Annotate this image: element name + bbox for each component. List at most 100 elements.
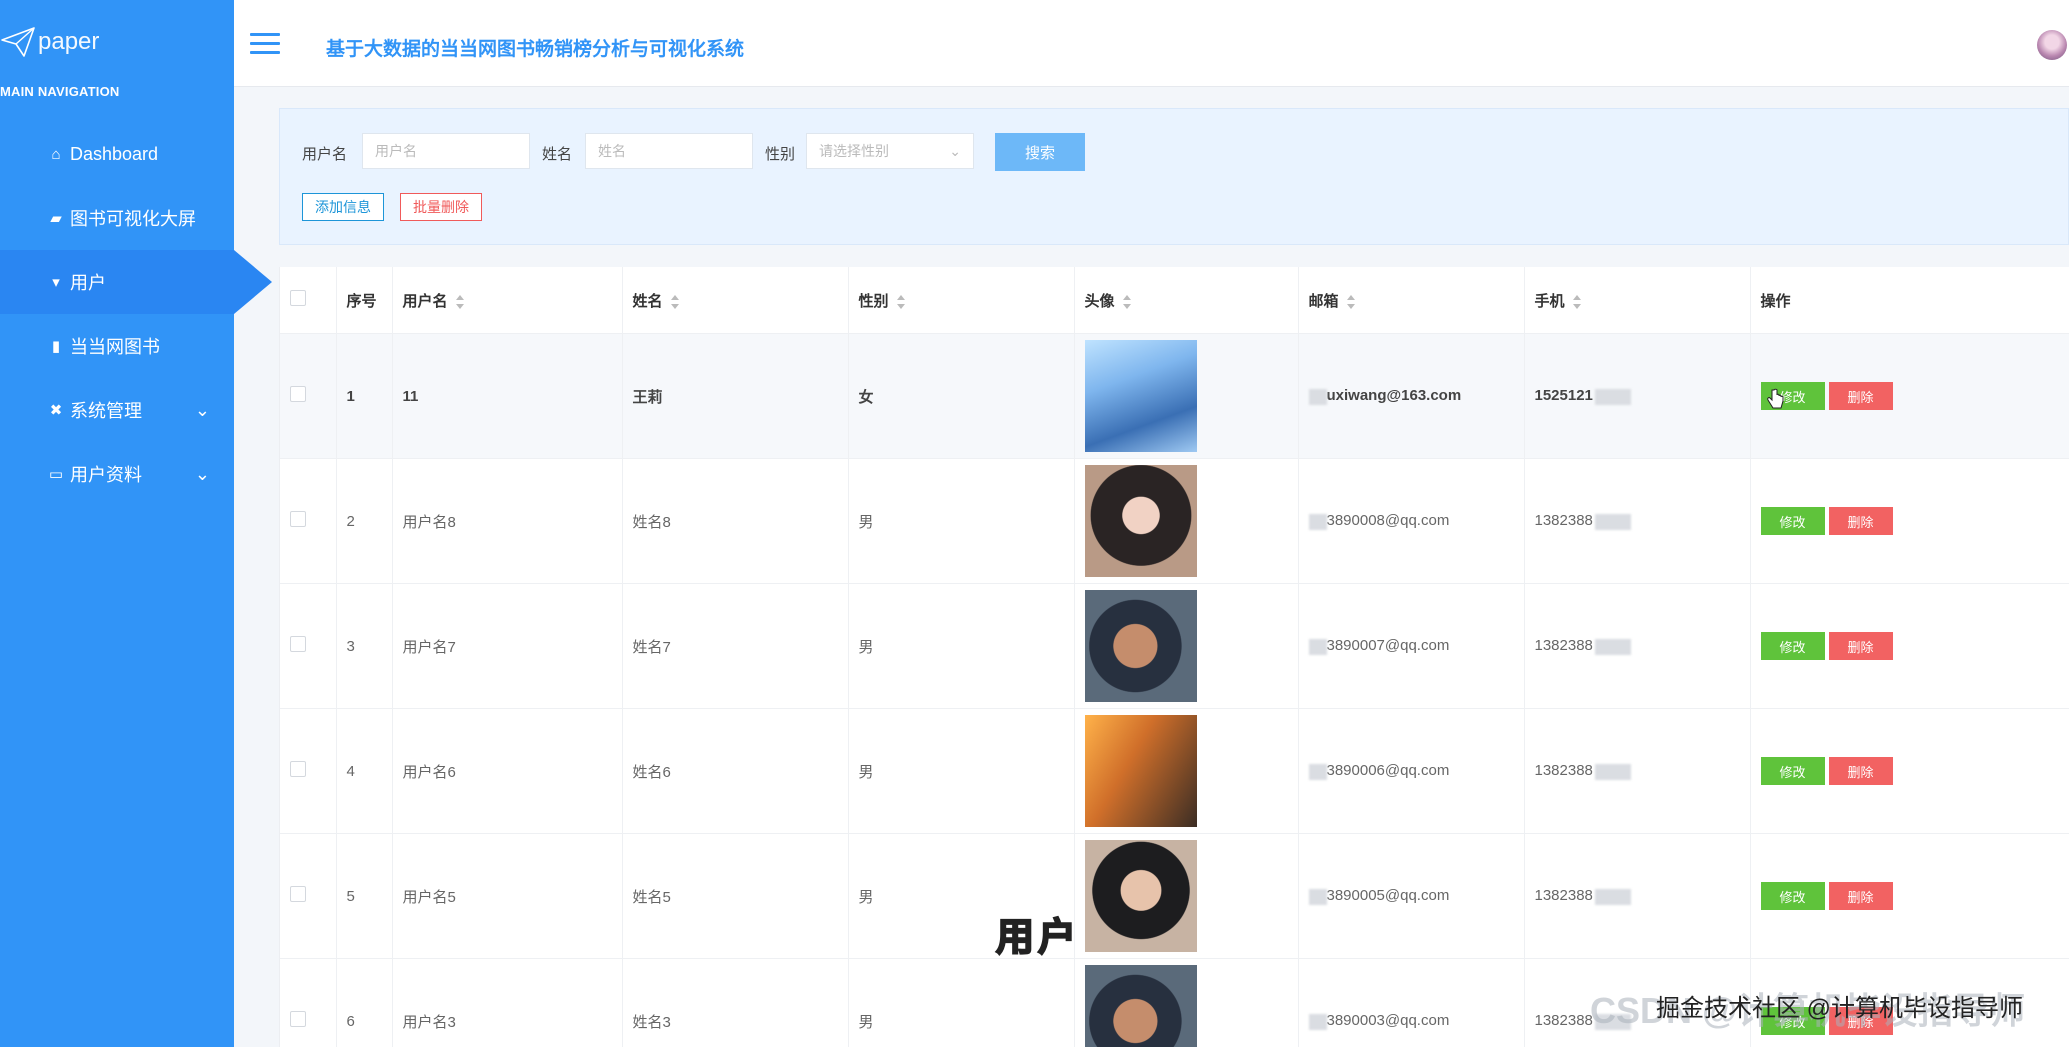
top-header: 基于大数据的当当网图书畅销榜分析与可视化系统 bbox=[234, 0, 2069, 87]
page-title: 基于大数据的当当网图书畅销榜分析与可视化系统 bbox=[326, 39, 745, 60]
gender-select[interactable]: 请选择性别 ⌄ bbox=[806, 133, 974, 169]
brand-logo[interactable]: paper bbox=[0, 24, 99, 60]
column-header-label: 用户名 bbox=[402, 292, 448, 310]
sort-icon[interactable] bbox=[1572, 294, 1581, 309]
column-header-actions: 操作 bbox=[1750, 267, 2069, 334]
username-search-input[interactable] bbox=[362, 133, 530, 169]
sort-icon[interactable] bbox=[1122, 294, 1131, 309]
row-checkbox[interactable] bbox=[290, 886, 306, 902]
select-cell bbox=[280, 458, 337, 584]
redaction-blur bbox=[1308, 1013, 1327, 1030]
sidebar-item-users[interactable]: ▾ 用户 bbox=[0, 250, 272, 314]
column-header-avatar[interactable]: 头像 bbox=[1074, 267, 1299, 334]
sort-icon[interactable] bbox=[670, 294, 679, 309]
username-cell: 11 bbox=[392, 333, 623, 459]
column-header-phone[interactable]: 手机 bbox=[1524, 267, 1751, 334]
delete-button[interactable]: 删除 bbox=[1828, 757, 1893, 785]
avatar-cell bbox=[1074, 458, 1299, 584]
avatar-cell bbox=[1074, 333, 1299, 459]
phone-value: 1382388 bbox=[1534, 512, 1593, 530]
row-checkbox[interactable] bbox=[290, 636, 306, 652]
actions-cell: 修改 删除 bbox=[1750, 583, 2069, 709]
name-cell: 姓名6 bbox=[622, 708, 849, 834]
avatar[interactable] bbox=[2037, 30, 2067, 60]
column-header-label: 邮箱 bbox=[1308, 292, 1339, 310]
phone-cell: 1382388 bbox=[1524, 583, 1751, 709]
email-cell: uxiwang@163.com bbox=[1298, 333, 1525, 459]
column-header-username[interactable]: 用户名 bbox=[392, 267, 623, 334]
avatar-image[interactable] bbox=[1084, 590, 1197, 702]
sort-icon[interactable] bbox=[1346, 294, 1355, 309]
column-header-name[interactable]: 姓名 bbox=[622, 267, 849, 334]
delete-button[interactable]: 删除 bbox=[1828, 882, 1893, 910]
menu-toggle-icon[interactable] bbox=[250, 33, 280, 55]
actions-cell: 修改 删除 bbox=[1750, 833, 2069, 959]
index-cell: 3 bbox=[336, 583, 393, 709]
row-checkbox[interactable] bbox=[290, 511, 306, 527]
sidebar-item-user-profile[interactable]: ▭ 用户资料 ⌄ bbox=[0, 442, 234, 506]
redaction-blur bbox=[1308, 763, 1327, 780]
email-cell: 3890007@qq.com bbox=[1298, 583, 1525, 709]
hand-cursor-icon bbox=[1767, 388, 1784, 409]
phone-value: 1382388 bbox=[1534, 637, 1593, 655]
actions-cell: 修改 删除 bbox=[1750, 708, 2069, 834]
chevron-down-icon: ⌄ bbox=[949, 142, 961, 159]
sidebar-item-label: 当当网图书 bbox=[70, 337, 160, 357]
redaction-blur bbox=[1308, 888, 1327, 905]
column-header-label: 手机 bbox=[1534, 292, 1565, 310]
gender-cell: 男 bbox=[848, 708, 1075, 834]
email-value: 3890008@qq.com bbox=[1326, 512, 1450, 530]
avatar-image[interactable] bbox=[1084, 715, 1197, 827]
tools-icon: ✖ bbox=[49, 402, 63, 419]
column-header-index: 序号 bbox=[336, 267, 393, 334]
email-cell: 3890003@qq.com bbox=[1298, 958, 1525, 1047]
edit-button[interactable]: 修改 bbox=[1760, 632, 1825, 660]
video-caption: 用户 bbox=[995, 914, 1081, 960]
actions-cell: 修改 删除 bbox=[1750, 458, 2069, 584]
index-cell: 2 bbox=[336, 458, 393, 584]
sidebar-item-label: 用户资料 bbox=[70, 465, 142, 485]
avatar-image[interactable] bbox=[1084, 465, 1197, 577]
username-cell: 用户名3 bbox=[392, 958, 623, 1047]
sidebar-item-label: Dashboard bbox=[70, 143, 159, 164]
sort-icon[interactable] bbox=[455, 294, 464, 309]
sidebar: paper MAIN NAVIGATION ⌂ Dashboard ▰ 图书可视… bbox=[0, 0, 272, 1047]
redaction-blur bbox=[1308, 638, 1327, 655]
sidebar-item-label: 图书可视化大屏 bbox=[70, 209, 196, 229]
redaction-blur bbox=[1594, 513, 1631, 530]
avatar-image[interactable] bbox=[1084, 840, 1197, 952]
name-cell: 姓名8 bbox=[622, 458, 849, 584]
row-checkbox[interactable] bbox=[290, 386, 306, 402]
batch-delete-button[interactable]: 批量删除 bbox=[400, 193, 482, 221]
username-cell: 用户名8 bbox=[392, 458, 623, 584]
sidebar-item-book-screen[interactable]: ▰ 图书可视化大屏 bbox=[0, 186, 234, 250]
avatar-image[interactable] bbox=[1084, 340, 1197, 452]
add-info-button[interactable]: 添加信息 bbox=[302, 193, 384, 221]
sidebar-item-dashboard[interactable]: ⌂ Dashboard bbox=[0, 122, 234, 186]
edit-button[interactable]: 修改 bbox=[1760, 882, 1825, 910]
search-panel: 用户名 姓名 性别 请选择性别 ⌄ 搜索 添加信息 批量删除 bbox=[279, 108, 2069, 245]
edit-button[interactable]: 修改 bbox=[1760, 507, 1825, 535]
email-cell: 3890005@qq.com bbox=[1298, 833, 1525, 959]
avatar-image[interactable] bbox=[1084, 965, 1197, 1047]
table-row: 4 用户名6 姓名6 男 3890006@qq.com 1382388 修改 删除 bbox=[280, 708, 2069, 834]
column-header-label: 性别 bbox=[858, 292, 889, 310]
main-nav: ⌂ Dashboard ▰ 图书可视化大屏 ▾ 用户 ▮ 当当网图书 ✖ 系统管… bbox=[0, 122, 272, 506]
delete-button[interactable]: 删除 bbox=[1828, 507, 1893, 535]
search-button[interactable]: 搜索 bbox=[995, 133, 1085, 171]
edit-button[interactable]: 修改 bbox=[1760, 757, 1825, 785]
delete-button[interactable]: 删除 bbox=[1828, 382, 1893, 410]
row-checkbox[interactable] bbox=[290, 761, 306, 777]
row-checkbox[interactable] bbox=[290, 1011, 306, 1027]
delete-button[interactable]: 删除 bbox=[1828, 632, 1893, 660]
select-all-checkbox[interactable] bbox=[290, 290, 306, 306]
sidebar-item-dangdang-books[interactable]: ▮ 当当网图书 bbox=[0, 314, 234, 378]
column-header-email[interactable]: 邮箱 bbox=[1298, 267, 1525, 334]
sort-icon[interactable] bbox=[896, 294, 905, 309]
sidebar-item-system-management[interactable]: ✖ 系统管理 ⌄ bbox=[0, 378, 234, 442]
name-search-input[interactable] bbox=[585, 133, 753, 169]
column-header-gender[interactable]: 性别 bbox=[848, 267, 1075, 334]
gender-cell: 男 bbox=[848, 458, 1075, 584]
username-label: 用户名 bbox=[302, 146, 348, 163]
phone-value: 1382388 bbox=[1534, 1012, 1593, 1030]
